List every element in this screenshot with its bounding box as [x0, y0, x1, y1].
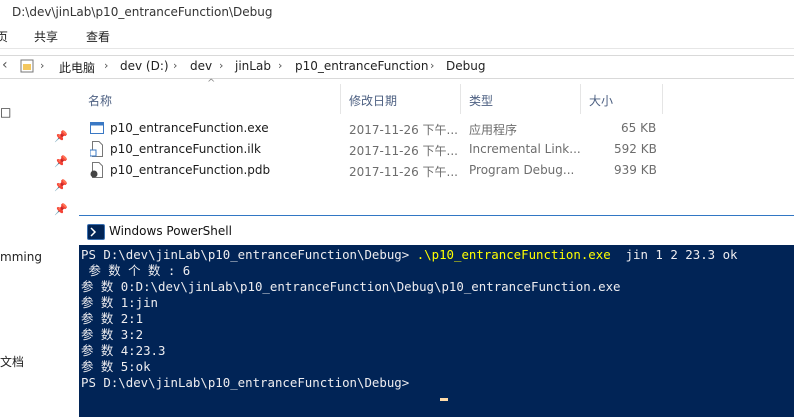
- console-line: 参 数 2:1: [81, 311, 144, 326]
- console-line: 参 数 4:23.3: [81, 343, 166, 358]
- console-line: 参 数 1:jin: [81, 295, 158, 310]
- address-bar[interactable]: ‹ › 此电脑 › dev (D:) › dev › jinLab › p10_…: [0, 55, 794, 79]
- file-name: p10_entranceFunction.pdb: [110, 163, 271, 177]
- file-date: 2017-11-26 下午...: [349, 123, 458, 137]
- pin-icon: 📌: [54, 130, 68, 143]
- ilk-file-icon: [90, 141, 103, 157]
- pdb-file-icon: [90, 162, 103, 178]
- breadcrumb-jinlab[interactable]: jinLab: [235, 59, 271, 73]
- column-divider: [662, 84, 663, 114]
- console-line: 参 数 个 数 : 6: [81, 263, 191, 278]
- file-size: 65 KB: [621, 121, 657, 135]
- console-prompt: PS D:\dev\jinLab\p10_entranceFunction\De…: [81, 247, 417, 262]
- chevron-left-icon[interactable]: ‹: [2, 57, 8, 73]
- ribbon-divider: [0, 48, 794, 49]
- tab-view[interactable]: 查看: [86, 28, 110, 45]
- console-line: 参 数 5:ok: [81, 359, 151, 374]
- console-command: .\p10_entranceFunction.exe: [416, 247, 611, 262]
- chevron-right-icon: ›: [219, 59, 224, 72]
- explorer-titlebar: D:\dev\jinLab\p10_entranceFunction\Debug: [0, 0, 794, 24]
- console-line: 参 数 0:D:\dev\jinLab\p10_entranceFunction…: [81, 279, 621, 294]
- console-prompt: PS D:\dev\jinLab\p10_entranceFunction\De…: [81, 375, 417, 390]
- breadcrumb-debug[interactable]: Debug: [446, 59, 485, 73]
- pin-icon: 📌: [54, 203, 68, 216]
- nav-item-documents[interactable]: 文档: [0, 353, 24, 370]
- chevron-right-icon: ›: [430, 59, 435, 72]
- console-output[interactable]: PS D:\dev\jinLab\p10_entranceFunction\De…: [79, 245, 794, 417]
- file-date: 2017-11-26 下午...: [349, 144, 458, 158]
- tab-share[interactable]: 共享: [34, 28, 58, 45]
- column-header-size[interactable]: 大小: [589, 92, 613, 109]
- ribbon-tabs: 页 共享 查看: [0, 26, 794, 46]
- file-type: Incremental Link...: [469, 142, 581, 156]
- window-title: D:\dev\jinLab\p10_entranceFunction\Debug: [12, 5, 273, 19]
- file-row[interactable]: p10_entranceFunction.ilk 2017-11-26 下午..…: [88, 140, 668, 160]
- breadcrumb-dev[interactable]: dev: [190, 59, 212, 73]
- file-date: 2017-11-26 下午...: [349, 165, 458, 179]
- file-name: p10_entranceFunction.ilk: [110, 142, 261, 156]
- powershell-titlebar[interactable]: Windows PowerShell: [79, 215, 794, 246]
- file-type: Program Debug...: [469, 163, 575, 177]
- powershell-icon: [87, 224, 105, 240]
- powershell-window[interactable]: Windows PowerShell PS D:\dev\jinLab\p10_…: [79, 215, 794, 417]
- powershell-title: Windows PowerShell: [109, 224, 232, 238]
- tab-file[interactable]: 页: [0, 28, 8, 45]
- breadcrumb-project[interactable]: p10_entranceFunction: [295, 59, 429, 73]
- file-size: 592 KB: [614, 142, 657, 156]
- folder-icon: [20, 59, 34, 73]
- exe-file-icon: [90, 122, 104, 134]
- breadcrumb-drive[interactable]: dev (D:): [120, 59, 169, 73]
- file-row[interactable]: p10_entranceFunction.pdb 2017-11-26 下午..…: [88, 161, 668, 181]
- chevron-right-icon: ›: [40, 59, 45, 72]
- column-header-date[interactable]: 修改日期: [349, 92, 397, 109]
- breadcrumb-this-pc[interactable]: 此电脑: [59, 59, 95, 76]
- console-line: PS D:\dev\jinLab\p10_entranceFunction\De…: [81, 247, 738, 263]
- column-divider: [580, 84, 581, 114]
- file-size: 939 KB: [614, 163, 657, 177]
- console-args: jin 1 2 23.3 ok: [610, 247, 738, 262]
- nav-item-programming[interactable]: mming: [0, 250, 42, 264]
- column-header-type[interactable]: 类型: [469, 92, 493, 109]
- chevron-right-icon: ›: [278, 59, 283, 72]
- column-divider: [460, 84, 461, 114]
- console-line: PS D:\dev\jinLab\p10_entranceFunction\De…: [81, 375, 417, 391]
- sort-up-icon: ^: [207, 78, 216, 89]
- chevron-right-icon: ›: [173, 59, 178, 72]
- chevron-right-icon: ›: [104, 59, 109, 72]
- nav-item-fragment[interactable]: □: [0, 105, 11, 119]
- text-cursor: [440, 398, 448, 401]
- pin-icon: 📌: [54, 155, 68, 168]
- pin-icon: 📌: [54, 179, 68, 192]
- file-row[interactable]: p10_entranceFunction.exe 2017-11-26 下午..…: [88, 119, 668, 139]
- file-name: p10_entranceFunction.exe: [110, 121, 269, 135]
- file-type: 应用程序: [469, 123, 518, 137]
- console-line: 参 数 3:2: [81, 327, 144, 342]
- column-header-name[interactable]: 名称: [88, 92, 112, 109]
- column-divider: [340, 84, 341, 114]
